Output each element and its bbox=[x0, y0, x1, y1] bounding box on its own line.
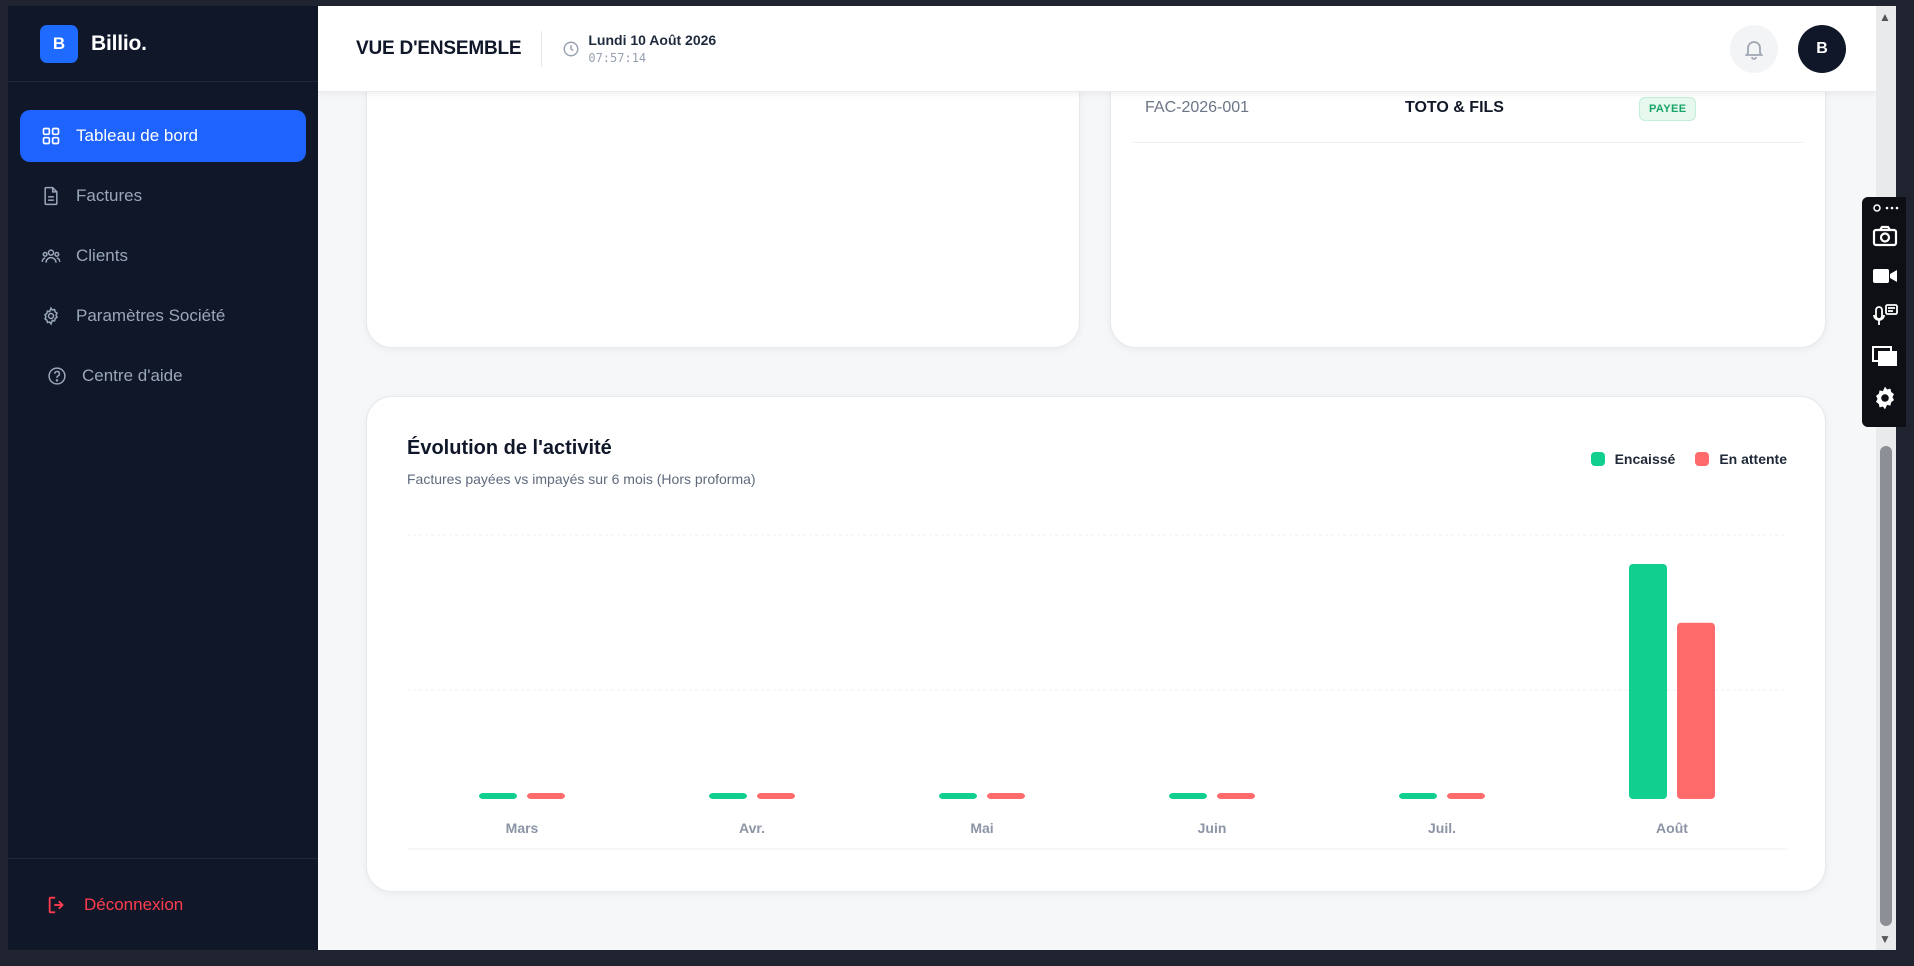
brand-name: Billio. bbox=[91, 31, 147, 55]
sidebar-item-dashboard[interactable]: Tableau de bord bbox=[20, 110, 306, 162]
avatar[interactable]: B bbox=[1798, 24, 1846, 73]
brand-logo[interactable]: B bbox=[40, 24, 78, 63]
more-icon[interactable] bbox=[1868, 201, 1902, 215]
x-tick-label: Mai bbox=[970, 820, 993, 836]
sidebar-item-label: Centre d'aide bbox=[82, 366, 183, 385]
video-icon[interactable] bbox=[1868, 261, 1902, 291]
datetime: Lundi 10 Août 2026 07:57:14 bbox=[588, 32, 716, 65]
users-icon bbox=[40, 245, 62, 267]
camera-icon[interactable] bbox=[1868, 221, 1902, 251]
bar-en-attente-3[interactable] bbox=[1217, 793, 1255, 799]
sidebar-item-label: Clients bbox=[76, 246, 128, 265]
windows-icon[interactable] bbox=[1868, 341, 1902, 371]
document-icon bbox=[40, 185, 62, 207]
sidebar-nav: Tableau de bord Factures Clients Paramèt… bbox=[8, 82, 318, 402]
activity-chart-card: Évolution de l'activité Factures payées … bbox=[366, 396, 1826, 892]
bar-encaisse-3[interactable] bbox=[1169, 793, 1207, 799]
page-title: VUE D'ENSEMBLE bbox=[356, 37, 522, 59]
bar-en-attente-2[interactable] bbox=[987, 793, 1025, 799]
top-header: VUE D'ENSEMBLE Lundi 10 Août 2026 07:57:… bbox=[318, 6, 1876, 92]
sidebar-item-invoices[interactable]: Factures bbox=[20, 170, 306, 222]
sidebar: B Billio. Tableau de bord Factures Clien… bbox=[8, 6, 318, 950]
bell-icon bbox=[1744, 40, 1764, 60]
scroll-thumb[interactable] bbox=[1880, 446, 1892, 926]
logout-button[interactable]: Déconnexion bbox=[8, 858, 318, 950]
table-row[interactable]: FAC-2026-001 TOTO & FILS PAYEE bbox=[1133, 87, 1803, 143]
x-tick-label: Août bbox=[1656, 820, 1688, 836]
bar-encaisse-0[interactable] bbox=[479, 793, 517, 799]
grid-icon bbox=[40, 125, 62, 147]
sidebar-item-help[interactable]: Centre d'aide bbox=[20, 350, 306, 402]
bar-encaisse-1[interactable] bbox=[709, 793, 747, 799]
x-tick-label: Avr. bbox=[739, 820, 765, 836]
status-badge: PAYEE bbox=[1639, 97, 1697, 121]
mic-comment-icon[interactable] bbox=[1868, 301, 1902, 331]
bar-en-attente-5[interactable] bbox=[1677, 622, 1715, 799]
current-date: Lundi 10 Août 2026 bbox=[588, 32, 717, 48]
invoice-number: FAC-2026-001 bbox=[1145, 99, 1250, 116]
gear-icon[interactable] bbox=[1868, 383, 1902, 413]
current-time: 07:57:14 bbox=[588, 51, 647, 65]
scrollbar[interactable]: ▲ ▼ bbox=[1876, 6, 1896, 950]
logout-icon bbox=[48, 896, 64, 913]
bar-en-attente-4[interactable] bbox=[1447, 793, 1485, 799]
bar-encaisse-4[interactable] bbox=[1399, 793, 1437, 799]
scroll-down-arrow[interactable]: ▼ bbox=[1879, 932, 1891, 946]
help-circle-icon bbox=[46, 365, 68, 387]
x-tick-label: Mars bbox=[506, 820, 539, 836]
activity-bar-chart: Mars Avr. Mai Juin Juil. Août bbox=[407, 534, 1787, 850]
gear-icon bbox=[40, 305, 62, 327]
bar-encaisse-5[interactable] bbox=[1629, 564, 1667, 799]
notifications-button[interactable] bbox=[1730, 24, 1778, 73]
sidebar-item-settings[interactable]: Paramètres Société bbox=[20, 290, 306, 342]
clock-icon bbox=[563, 41, 579, 56]
sidebar-item-clients[interactable]: Clients bbox=[20, 230, 306, 282]
x-tick-label: Juin bbox=[1198, 820, 1227, 836]
scroll-up-arrow[interactable]: ▲ bbox=[1879, 10, 1891, 24]
sidebar-item-label: Paramètres Société bbox=[76, 306, 226, 325]
logout-label: Déconnexion bbox=[84, 894, 184, 914]
capture-toolbar bbox=[1862, 197, 1906, 427]
sidebar-item-label: Factures bbox=[76, 186, 143, 205]
invoice-client: TOTO & FILS bbox=[1405, 99, 1504, 116]
app-window: B Billio. Tableau de bord Factures Clien… bbox=[8, 6, 1876, 950]
divider bbox=[541, 30, 543, 67]
x-tick-label: Juil. bbox=[1428, 820, 1456, 836]
header-actions: B bbox=[1730, 24, 1846, 73]
bar-encaisse-2[interactable] bbox=[939, 793, 977, 799]
bar-en-attente-0[interactable] bbox=[527, 793, 565, 799]
sidebar-item-label: Tableau de bord bbox=[76, 126, 198, 145]
brand: B Billio. bbox=[8, 6, 318, 82]
bar-en-attente-1[interactable] bbox=[757, 793, 795, 799]
